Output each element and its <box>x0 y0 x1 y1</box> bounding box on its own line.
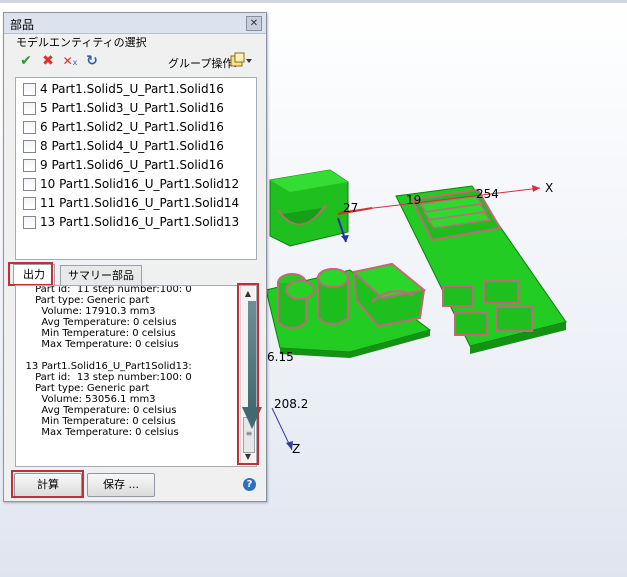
entity-label: 9 Part1.Solid6_U_Part1.Solid16 <box>40 158 224 172</box>
save-button[interactable]: 保存 ... <box>87 473 155 497</box>
tab-summary-parts[interactable]: サマリー部品 <box>60 265 142 285</box>
dimension-27: 27 <box>343 201 359 215</box>
entity-label: 11 Part1.Solid16_U_Part1.Solid14 <box>40 196 240 210</box>
entity-label: 6 Part1.Solid2_U_Part1.Solid16 <box>40 120 224 134</box>
highlight-calculate-button <box>11 470 84 498</box>
list-item[interactable]: 6 Part1.Solid2_U_Part1.Solid16 <box>16 118 256 137</box>
output-line: Part type: Generic part <box>16 383 150 394</box>
entity-checkbox[interactable] <box>23 159 36 172</box>
clear-icon[interactable]: ✕x <box>62 53 78 69</box>
entity-checkbox[interactable] <box>23 216 36 229</box>
entity-checkbox[interactable] <box>23 121 36 134</box>
entity-checkbox[interactable] <box>23 83 36 96</box>
help-icon[interactable]: ? <box>243 478 256 491</box>
entity-checkbox[interactable] <box>23 102 36 115</box>
group-operations-label: グループ操作: <box>168 57 238 70</box>
model-entity-selection-label: モデルエンティティの選択 <box>16 36 147 49</box>
part-plate-middle[interactable] <box>265 262 432 358</box>
panel-titlebar[interactable]: 部品 ✕ <box>4 13 266 34</box>
parts-panel: 部品 ✕ モデルエンティティの選択 ✔ ✖ ✕x ↻ グループ操作: 4 Par… <box>3 12 267 502</box>
list-item[interactable]: 10 Part1.Solid16_U_Part1.Solid12 <box>16 175 256 194</box>
entity-label: 5 Part1.Solid3_U_Part1.Solid16 <box>40 101 224 115</box>
list-item[interactable]: 9 Part1.Solid6_U_Part1.Solid16 <box>16 156 256 175</box>
output-line: 13 Part1.Solid16_U_Part1Solid13: <box>16 361 192 372</box>
output-line: Max Temperature: 0 celsius <box>16 339 179 350</box>
part-box-top[interactable] <box>269 169 349 247</box>
output-line: Volume: 53056.1 mm3 <box>16 394 156 405</box>
highlight-output-tab <box>8 262 53 286</box>
panel-title: 部品 <box>10 18 35 32</box>
output-line: Part id: 11 step number:100: 0 <box>16 285 192 295</box>
uncheck-icon[interactable]: ✖ <box>40 53 56 69</box>
entity-list: 4 Part1.Solid5_U_Part1.Solid16 5 Part1.S… <box>15 77 257 260</box>
group-ops-icon <box>230 52 252 67</box>
dimension-6-15: 6.15 <box>267 350 294 364</box>
output-line: Part id: 13 step number:100: 0 <box>16 372 192 383</box>
list-item[interactable]: 13 Part1.Solid16_U_Part1.Solid13 <box>16 213 256 232</box>
list-item[interactable]: 5 Part1.Solid3_U_Part1.Solid16 <box>16 99 256 118</box>
output-textbox[interactable]: Part id: 11 step number:100: 0 Part type… <box>15 285 257 467</box>
output-line: Avg Temperature: 0 celsius <box>16 405 177 416</box>
dimension-19: 19 <box>406 193 422 207</box>
entity-label: 13 Part1.Solid16_U_Part1.Solid13 <box>40 215 240 229</box>
output-line: Min Temperature: 0 celsius <box>16 328 176 339</box>
output-line: Volume: 17910.3 mm3 <box>16 306 156 317</box>
list-item[interactable]: 11 Part1.Solid16_U_Part1.Solid14 <box>16 194 256 213</box>
output-line: Avg Temperature: 0 celsius <box>16 317 177 328</box>
entity-checkbox[interactable] <box>23 178 36 191</box>
z-axis-label: Z <box>292 442 301 456</box>
entity-label: 10 Part1.Solid16_U_Part1.Solid12 <box>40 177 240 191</box>
output-line: Min Temperature: 0 celsius <box>16 416 176 427</box>
output-line: Part type: Generic part <box>16 295 150 306</box>
highlight-scrollbar <box>237 283 259 465</box>
entity-label: 8 Part1.Solid4_U_Part1.Solid16 <box>40 139 224 153</box>
entity-checkbox[interactable] <box>23 140 36 153</box>
entity-label: 4 Part1.Solid5_U_Part1.Solid16 <box>40 82 224 96</box>
dimension-254: 254 <box>476 187 499 201</box>
list-item[interactable]: 4 Part1.Solid5_U_Part1.Solid16 <box>16 80 256 99</box>
list-item[interactable]: 8 Part1.Solid4_U_Part1.Solid16 <box>16 137 256 156</box>
entity-checkbox[interactable] <box>23 197 36 210</box>
group-operations-button[interactable] <box>229 52 253 70</box>
close-icon[interactable]: ✕ <box>246 16 262 31</box>
check-all-icon[interactable]: ✔ <box>18 53 34 69</box>
refresh-icon[interactable]: ↻ <box>84 53 100 69</box>
dimension-208-2: 208.2 <box>274 397 309 411</box>
output-line: Max Temperature: 0 celsius <box>16 427 179 438</box>
x-axis-label: X <box>545 181 554 195</box>
